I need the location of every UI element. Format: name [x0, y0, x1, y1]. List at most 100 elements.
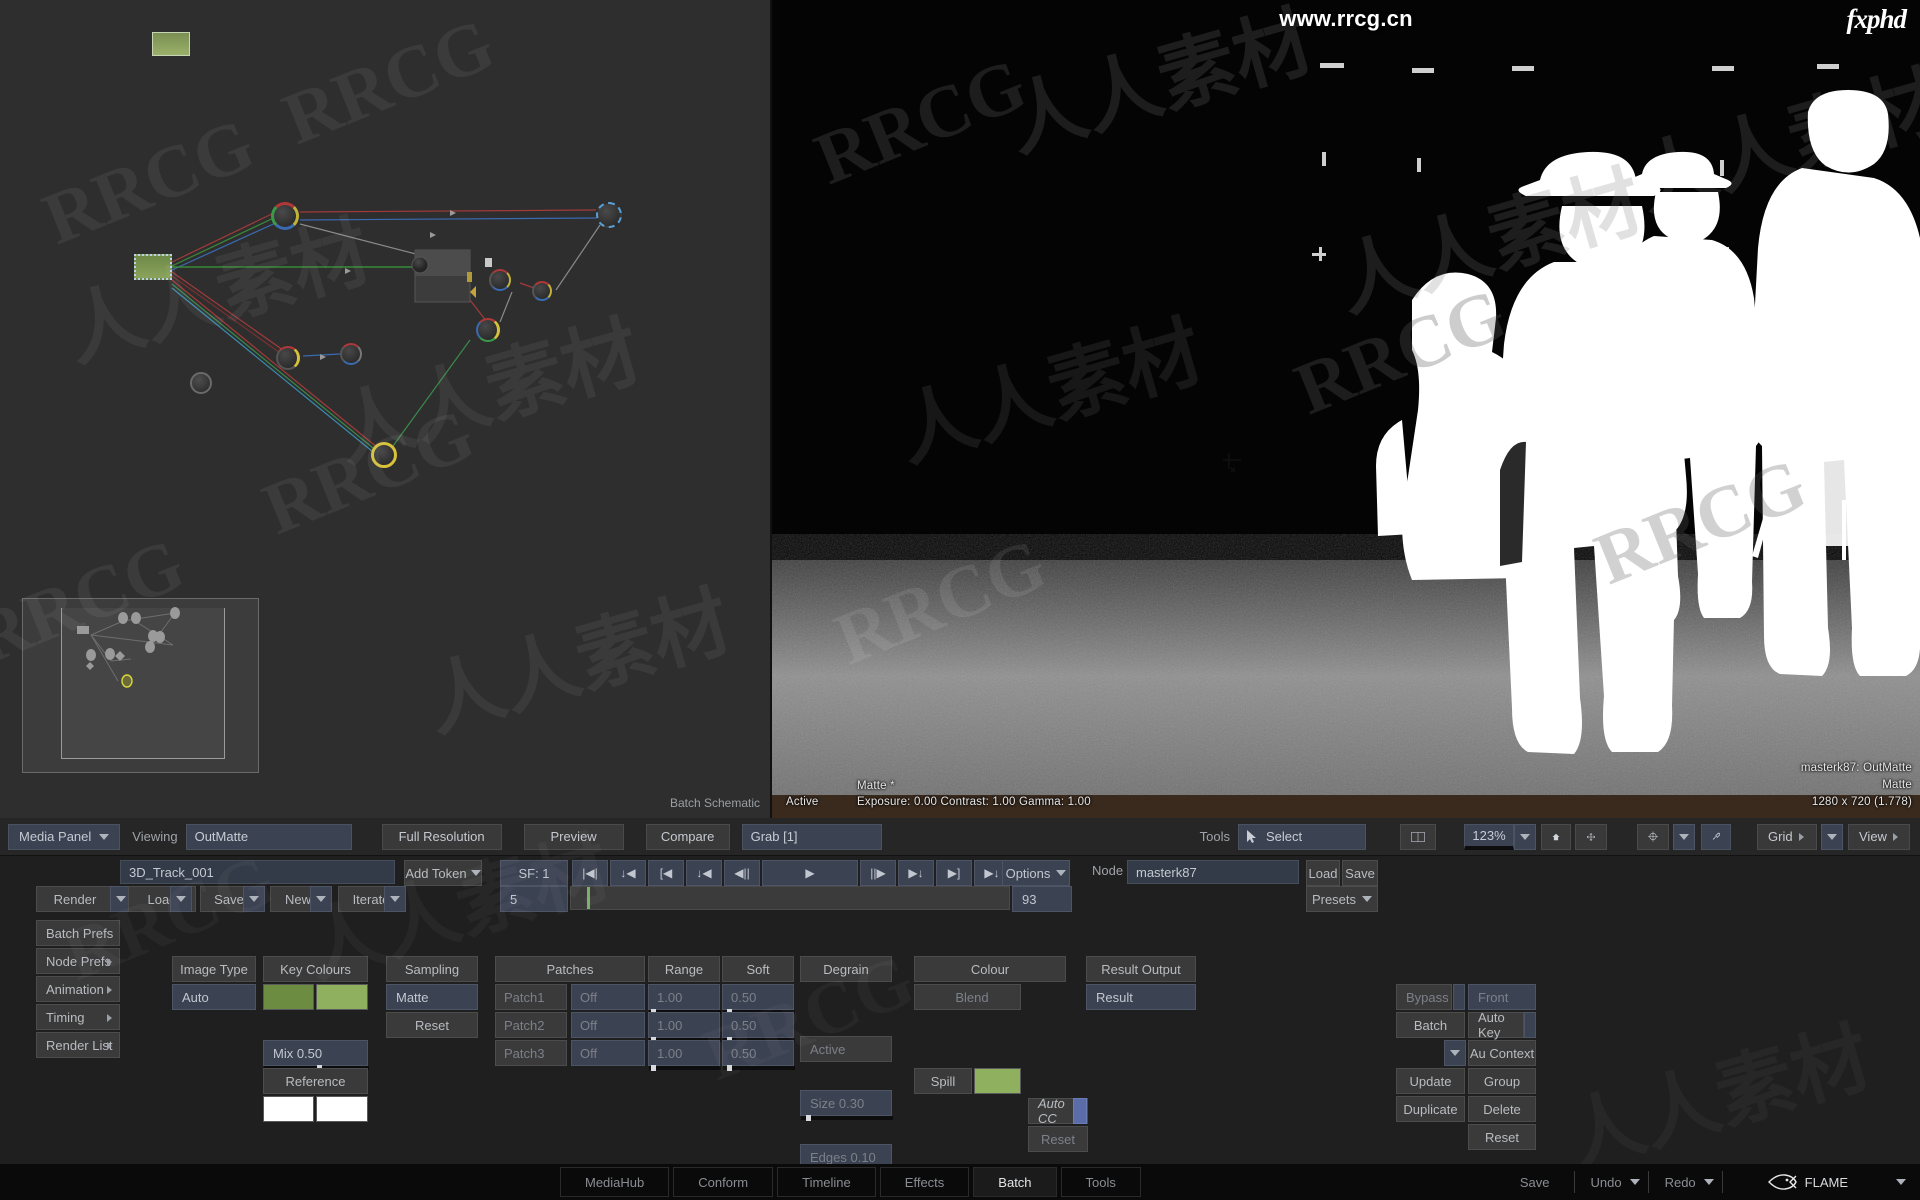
batch-context-button[interactable]: Batch	[1396, 1012, 1465, 1038]
bypass-button[interactable]: Bypass	[1396, 984, 1452, 1010]
module-tab-batch[interactable]: Batch	[973, 1167, 1057, 1197]
patch-3-name[interactable]: Patch3	[495, 1040, 567, 1066]
transport-controls[interactable]: |◀|↓◀[◀↓◀◀||▶||▶▶↓▶]▶↓▶||	[572, 860, 1048, 886]
left-menu-item-node-prefs[interactable]: Node Prefs	[36, 948, 120, 974]
parameter-panel[interactable]: 3D_Track_001 Add Token SF: 1 |◀| ↓◀ [◀ ↓◀ ◀|…	[0, 822, 1920, 1200]
target-dropdown[interactable]	[1673, 823, 1695, 850]
media-panel-button[interactable]: Media Panel	[8, 823, 121, 850]
node-keyer-3d[interactable]	[276, 346, 300, 370]
module-tab-effects[interactable]: Effects	[879, 1167, 970, 1197]
module-tab-mediahub[interactable]: MediaHub	[560, 1167, 670, 1197]
node-colour-correct[interactable]	[476, 318, 500, 342]
transport-button-6[interactable]: ||▶	[860, 860, 896, 886]
node-res-splash[interactable]	[340, 343, 362, 365]
timeline-end-frame[interactable]: 93	[1012, 886, 1072, 912]
preview-button[interactable]: Preview	[523, 823, 624, 850]
patch-2-name[interactable]: Patch2	[495, 1012, 567, 1038]
node-comp[interactable]	[596, 202, 622, 228]
grid-dropdown[interactable]	[1821, 823, 1843, 850]
node-load-button[interactable]: Load	[1306, 860, 1340, 886]
timeline-start-frame[interactable]: 5	[500, 886, 568, 912]
duplicate-button[interactable]: Duplicate	[1396, 1096, 1465, 1122]
slider-track[interactable]	[649, 1065, 721, 1071]
node-result[interactable]	[371, 442, 397, 468]
image-type-value[interactable]: Auto	[172, 984, 256, 1010]
node-source[interactable]	[134, 254, 172, 280]
slider-track[interactable]	[723, 1065, 795, 1071]
redo-button[interactable]: Redo	[1649, 1167, 1722, 1197]
transport-button-8[interactable]: ▶]	[936, 860, 972, 886]
patch-2-soft[interactable]: 0.50	[722, 1012, 795, 1043]
node-reset-button[interactable]: Reset	[1468, 1124, 1536, 1150]
zoom-dropdown[interactable]	[1514, 823, 1536, 850]
save-button-bottom[interactable]: Save	[1496, 1167, 1574, 1197]
batch-schematic-panel[interactable]: Batch Schematic RRCG RRCG RRCG RRCG 人人素材…	[0, 0, 772, 818]
key-colour-swatch-a[interactable]	[263, 984, 314, 1010]
node-thumbnail-top[interactable]	[152, 32, 190, 56]
front-button[interactable]: Front	[1468, 984, 1536, 1010]
module-tab-timeline[interactable]: Timeline	[777, 1167, 876, 1197]
undo-button[interactable]: Undo	[1575, 1167, 1648, 1197]
patch-3-soft[interactable]: 0.50	[722, 1040, 795, 1071]
node-matte-1[interactable]	[489, 269, 511, 291]
fit-button[interactable]	[1575, 823, 1607, 850]
save-dropdown[interactable]	[243, 886, 265, 912]
node-matte-2[interactable]	[532, 281, 552, 301]
au-context-button[interactable]: Au Context	[1468, 1040, 1536, 1066]
delete-button[interactable]: Delete	[1468, 1096, 1536, 1122]
select-tool-field[interactable]: Select	[1238, 823, 1366, 850]
patch-2-range[interactable]: 1.00	[648, 1012, 721, 1043]
key-colour-swatch-b[interactable]	[316, 984, 368, 1010]
view-button[interactable]: View	[1848, 823, 1910, 850]
node-save-button[interactable]: Save	[1342, 860, 1378, 886]
full-resolution-button[interactable]: Full Resolution	[381, 823, 502, 850]
slider-knob[interactable]	[651, 1065, 657, 1071]
split-view-button[interactable]	[1400, 823, 1436, 850]
image-viewer[interactable]: www.rrcg.cn fxphd Active Matte * Exposur…	[772, 0, 1920, 818]
zoom-level-field[interactable]: 123%	[1464, 823, 1514, 850]
transport-button-4[interactable]: ◀||	[724, 860, 760, 886]
sampling-mode[interactable]: Matte	[386, 984, 478, 1010]
spill-button[interactable]: Spill	[914, 1068, 972, 1094]
result-output-value[interactable]: Result	[1086, 984, 1196, 1010]
patch-3-range[interactable]: 1.00	[648, 1040, 721, 1071]
load-dropdown[interactable]	[170, 886, 192, 912]
colour-reset-button[interactable]: Reset	[1028, 1126, 1088, 1152]
degrain-size-slider[interactable]: Size 0.30	[800, 1090, 893, 1121]
auto-key-toggle[interactable]	[1524, 1012, 1536, 1038]
home-button[interactable]	[1541, 823, 1571, 850]
viewing-value-field[interactable]: OutMatte	[185, 823, 352, 850]
module-tab-tools[interactable]: Tools	[1060, 1167, 1141, 1197]
render-button[interactable]: Render	[36, 886, 114, 912]
options-button[interactable]: Options	[1002, 860, 1070, 886]
add-token-button[interactable]: Add Token	[404, 860, 482, 886]
context-dropdown[interactable]	[1444, 1040, 1466, 1066]
compare-button[interactable]: Compare	[645, 823, 730, 850]
start-frame-field[interactable]: SF: 1	[500, 860, 568, 886]
node-name-field[interactable]: masterk87	[1127, 860, 1299, 884]
update-button[interactable]: Update	[1396, 1068, 1465, 1094]
patch-1-soft[interactable]: 0.50	[722, 984, 795, 1015]
transport-button-2[interactable]: [◀	[648, 860, 684, 886]
patch-1-range[interactable]: 1.00	[648, 984, 721, 1015]
blend-button[interactable]: Blend	[914, 984, 1021, 1010]
left-menu-item-timing[interactable]: Timing	[36, 1004, 120, 1030]
reference-swatch-b[interactable]	[316, 1096, 368, 1122]
patch-1-name[interactable]: Patch1	[495, 984, 567, 1010]
transport-button-0[interactable]: |◀|	[572, 860, 608, 886]
transport-button-5[interactable]: ▶	[762, 860, 858, 886]
presets-button[interactable]: Presets	[1306, 886, 1378, 912]
node-colour-source[interactable]	[190, 372, 212, 394]
module-tab-conform[interactable]: Conform	[673, 1167, 774, 1197]
module-tabs[interactable]: MediaHub Conform Timeline Effects Batch Tools	[560, 1167, 1145, 1197]
left-menu-list[interactable]: Batch Prefs Node Prefs Animation Timing Rend…	[36, 920, 120, 1060]
patch-1-state[interactable]: Off	[571, 984, 645, 1010]
mix-slider[interactable]: Mix 0.50	[263, 1040, 369, 1071]
setup-name-field[interactable]: 3D_Track_001	[120, 860, 395, 884]
spill-colour-swatch[interactable]	[974, 1068, 1021, 1094]
timeline-scrubber[interactable]	[570, 886, 1010, 910]
iterate-dropdown[interactable]	[384, 886, 406, 912]
transport-button-7[interactable]: ▶↓	[898, 860, 934, 886]
transport-button-1[interactable]: ↓◀	[610, 860, 646, 886]
node-action[interactable]	[271, 202, 299, 230]
